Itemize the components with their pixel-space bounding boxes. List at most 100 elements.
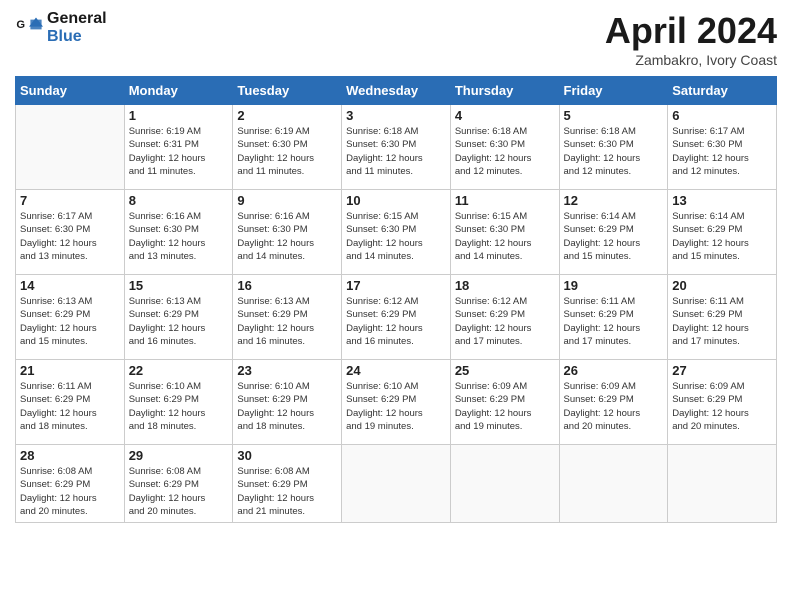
day-info: Sunrise: 6:14 AMSunset: 6:29 PMDaylight:… [672,210,772,263]
day-cell [559,445,668,523]
day-number: 26 [564,363,664,378]
day-cell [450,445,559,523]
day-cell: 22Sunrise: 6:10 AMSunset: 6:29 PMDayligh… [124,360,233,445]
logo-blue: Blue [47,28,82,45]
day-cell: 3 Sunrise: 6:18 AMSunset: 6:30 PMDaylight… [342,105,451,190]
header-cell-sunday: Sunday [16,77,125,105]
day-number: 25 [455,363,555,378]
day-number: 4 [455,108,555,123]
day-info: Sunrise: 6:13 AMSunset: 6:29 PMDaylight:… [20,295,120,348]
title-area: April 2024 Zambakro, Ivory Coast [605,10,777,68]
day-cell: 6 Sunrise: 6:17 AMSunset: 6:30 PMDaylight… [668,105,777,190]
day-number: 3 [346,108,446,123]
day-cell: 9 Sunrise: 6:16 AMSunset: 6:30 PMDaylight… [233,190,342,275]
logo: G General Blue [15,10,107,45]
day-number: 29 [129,448,229,463]
day-cell: 14 Sunrise: 6:13 AMSunset: 6:29 PMDayligh… [16,275,125,360]
day-info: Sunrise: 6:10 AMSunset: 6:29 PMDaylight:… [346,380,446,433]
day-cell [342,445,451,523]
header-cell-wednesday: Wednesday [342,77,451,105]
day-cell: 24 Sunrise: 6:10 AMSunset: 6:29 PMDayligh… [342,360,451,445]
day-number: 6 [672,108,772,123]
day-number: 20 [672,278,772,293]
day-info: Sunrise: 6:16 AMSunset: 6:30 PMDaylight:… [237,210,337,263]
day-number: 1 [129,108,229,123]
week-row-4: 28 Sunrise: 6:08 AMSunset: 6:29 PMDayligh… [16,445,777,523]
page-header: G General Blue April 2024 Zambakro, Ivor… [15,10,777,68]
month-title: April 2024 [605,10,777,52]
week-row-2: 14 Sunrise: 6:13 AMSunset: 6:29 PMDayligh… [16,275,777,360]
day-info: Sunrise: 6:14 AMSunset: 6:29 PMDaylight:… [564,210,664,263]
week-row-1: 7 Sunrise: 6:17 AMSunset: 6:30 PMDaylight… [16,190,777,275]
day-cell: 15 Sunrise: 6:13 AMSunset: 6:29 PMDayligh… [124,275,233,360]
day-cell: 16 Sunrise: 6:13 AMSunset: 6:29 PMDayligh… [233,275,342,360]
day-info: Sunrise: 6:19 AMSunset: 6:31 PMDaylight:… [129,125,229,178]
day-info: Sunrise: 6:10 AMSunset: 6:29 PMDaylight:… [237,380,337,433]
day-info: Sunrise: 6:16 AMSunset: 6:30 PMDaylight:… [129,210,229,263]
day-info: Sunrise: 6:18 AMSunset: 6:30 PMDaylight:… [455,125,555,178]
day-number: 15 [129,278,229,293]
day-info: Sunrise: 6:09 AMSunset: 6:29 PMDaylight:… [455,380,555,433]
day-cell: 18 Sunrise: 6:12 AMSunset: 6:29 PMDayligh… [450,275,559,360]
day-number: 22 [129,363,229,378]
day-info: Sunrise: 6:19 AMSunset: 6:30 PMDaylight:… [237,125,337,178]
day-number: 11 [455,193,555,208]
day-cell: 2 Sunrise: 6:19 AMSunset: 6:30 PMDaylight… [233,105,342,190]
day-cell: 20 Sunrise: 6:11 AMSunset: 6:29 PMDayligh… [668,275,777,360]
day-info: Sunrise: 6:15 AMSunset: 6:30 PMDaylight:… [455,210,555,263]
day-info: Sunrise: 6:17 AMSunset: 6:30 PMDaylight:… [672,125,772,178]
day-cell: 25 Sunrise: 6:09 AMSunset: 6:29 PMDayligh… [450,360,559,445]
day-cell: 30 Sunrise: 6:08 AMSunset: 6:29 PMDayligh… [233,445,342,523]
day-info: Sunrise: 6:13 AMSunset: 6:29 PMDaylight:… [129,295,229,348]
day-cell [16,105,125,190]
day-cell: 4 Sunrise: 6:18 AMSunset: 6:30 PMDaylight… [450,105,559,190]
day-number: 5 [564,108,664,123]
day-cell: 28 Sunrise: 6:08 AMSunset: 6:29 PMDayligh… [16,445,125,523]
day-cell: 29Sunrise: 6:08 AMSunset: 6:29 PMDayligh… [124,445,233,523]
day-number: 14 [20,278,120,293]
day-info: Sunrise: 6:15 AMSunset: 6:30 PMDaylight:… [346,210,446,263]
day-cell: 7 Sunrise: 6:17 AMSunset: 6:30 PMDaylight… [16,190,125,275]
day-number: 9 [237,193,337,208]
day-number: 13 [672,193,772,208]
day-number: 21 [20,363,120,378]
header-cell-saturday: Saturday [668,77,777,105]
day-number: 7 [20,193,120,208]
day-number: 24 [346,363,446,378]
day-number: 23 [237,363,337,378]
day-info: Sunrise: 6:08 AMSunset: 6:29 PMDaylight:… [237,465,337,518]
header-cell-friday: Friday [559,77,668,105]
day-number: 10 [346,193,446,208]
day-info: Sunrise: 6:12 AMSunset: 6:29 PMDaylight:… [346,295,446,348]
day-number: 18 [455,278,555,293]
day-info: Sunrise: 6:13 AMSunset: 6:29 PMDaylight:… [237,295,337,348]
week-row-3: 21 Sunrise: 6:11 AMSunset: 6:29 PMDayligh… [16,360,777,445]
day-number: 16 [237,278,337,293]
day-info: Sunrise: 6:11 AMSunset: 6:29 PMDaylight:… [564,295,664,348]
logo-general: General [47,10,107,27]
day-info: Sunrise: 6:12 AMSunset: 6:29 PMDaylight:… [455,295,555,348]
day-info: Sunrise: 6:17 AMSunset: 6:30 PMDaylight:… [20,210,120,263]
header-cell-thursday: Thursday [450,77,559,105]
day-number: 28 [20,448,120,463]
day-number: 12 [564,193,664,208]
day-cell: 5Sunrise: 6:18 AMSunset: 6:30 PMDaylight… [559,105,668,190]
day-cell: 8 Sunrise: 6:16 AMSunset: 6:30 PMDaylight… [124,190,233,275]
day-number: 8 [129,193,229,208]
day-info: Sunrise: 6:18 AMSunset: 6:30 PMDaylight:… [346,125,446,178]
day-cell: 21 Sunrise: 6:11 AMSunset: 6:29 PMDayligh… [16,360,125,445]
day-info: Sunrise: 6:11 AMSunset: 6:29 PMDaylight:… [20,380,120,433]
header-cell-monday: Monday [124,77,233,105]
day-info: Sunrise: 6:08 AMSunset: 6:29 PMDaylight:… [20,465,120,518]
day-cell [668,445,777,523]
day-number: 30 [237,448,337,463]
day-info: Sunrise: 6:11 AMSunset: 6:29 PMDaylight:… [672,295,772,348]
day-info: Sunrise: 6:09 AMSunset: 6:29 PMDaylight:… [564,380,664,433]
header-row: SundayMondayTuesdayWednesdayThursdayFrid… [16,77,777,105]
calendar-table: SundayMondayTuesdayWednesdayThursdayFrid… [15,76,777,523]
day-cell: 26 Sunrise: 6:09 AMSunset: 6:29 PMDayligh… [559,360,668,445]
svg-text:G: G [16,19,25,31]
day-number: 17 [346,278,446,293]
day-number: 2 [237,108,337,123]
day-number: 27 [672,363,772,378]
